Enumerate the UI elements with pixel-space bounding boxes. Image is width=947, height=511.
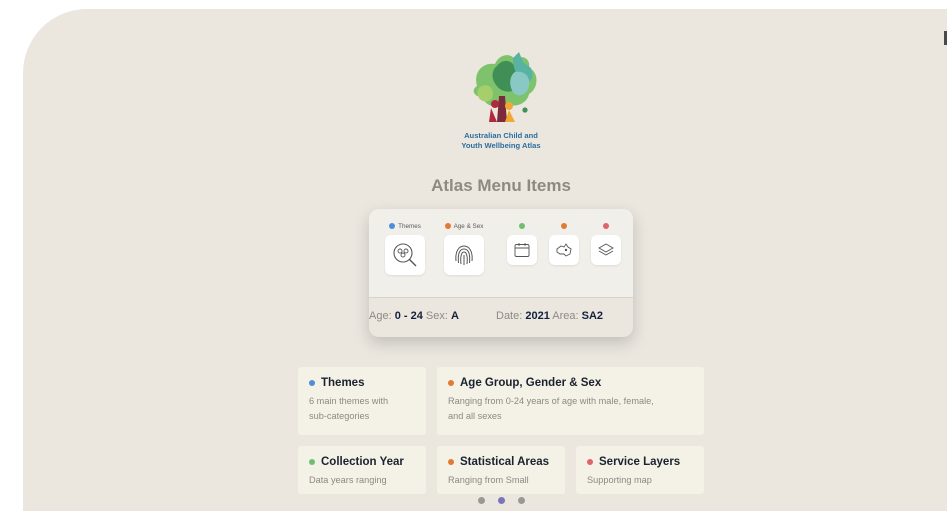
themes-dot — [389, 223, 396, 229]
menu-tool-themes[interactable]: Themes — [385, 221, 425, 275]
logo-line-2: Youth Wellbeing Atlas — [461, 141, 541, 150]
menu-divider — [369, 297, 633, 298]
layers-card-title-text: Service Layers — [599, 456, 681, 468]
info-card-layers-title: Service Layers — [587, 456, 693, 468]
search-people-icon — [393, 243, 417, 267]
year-button[interactable] — [507, 235, 537, 265]
fingerprint-icon — [455, 245, 473, 265]
menu-tool-themes-label: Themes — [389, 221, 421, 231]
info-card-age-title: Age Group, Gender & Sex — [448, 377, 693, 389]
page-title: Atlas Menu Items — [431, 176, 571, 195]
age-desc-line-2: and all sexes — [448, 411, 502, 421]
age-label: Age: — [369, 310, 392, 322]
area-value: SA2 — [581, 310, 604, 322]
info-card-themes-title: Themes — [309, 377, 415, 389]
areas-card-dot — [448, 459, 454, 465]
info-card-age-gender-sex: Age Group, Gender & Sex Ranging from 0-2… — [437, 367, 704, 435]
menu-status-age-sex: Age: 0 - 24 Sex: A — [369, 310, 459, 322]
pager-dot-3[interactable] — [518, 497, 525, 504]
themes-button[interactable] — [385, 235, 425, 275]
layers-dot — [603, 223, 609, 229]
australia-map-icon — [556, 243, 572, 257]
date-value: 2021 — [525, 310, 550, 322]
page-background: Australian Child and Youth Wellbeing Atl… — [23, 9, 947, 511]
age-card-dot — [448, 380, 454, 386]
info-card-themes-desc: 6 main themes with sub-categories — [309, 394, 415, 424]
areas-desc-line-1: Ranging from Small — [448, 475, 529, 485]
info-card-service-layers: Service Layers Supporting map — [576, 446, 704, 494]
themes-desc-line-1: 6 main themes with — [309, 396, 389, 406]
pager-dot-2[interactable] — [498, 497, 505, 504]
info-card-statistical-areas: Statistical Areas Ranging from Small — [437, 446, 565, 494]
date-label: Date: — [496, 310, 523, 322]
info-card-year-desc: Data years ranging — [309, 473, 415, 488]
logo-line-1: Australian Child and — [464, 131, 538, 140]
menu-tool-age-sex[interactable]: Age & Sex — [444, 221, 484, 275]
menu-tool-year[interactable] — [507, 221, 537, 265]
year-card-dot — [309, 459, 315, 465]
age-sex-button[interactable] — [444, 235, 484, 275]
info-card-areas-desc: Ranging from Small — [448, 473, 554, 488]
year-card-title-text: Collection Year — [321, 456, 404, 468]
menu-tool-themes-text: Themes — [398, 222, 421, 230]
info-card-layers-desc: Supporting map — [587, 473, 693, 488]
carousel-pager — [478, 497, 525, 504]
themes-card-title-text: Themes — [321, 377, 365, 389]
menu-tool-area-label — [561, 221, 567, 231]
info-card-collection-year: Collection Year Data years ranging — [298, 446, 426, 494]
menu-tool-age-sex-label: Age & Sex — [444, 221, 484, 231]
menu-tool-age-sex-text: Age & Sex — [453, 222, 484, 230]
area-label: Area: — [552, 310, 579, 322]
pager-dot-1[interactable] — [478, 497, 485, 504]
info-card-themes: Themes 6 main themes with sub-categories — [298, 367, 426, 435]
year-dot — [519, 223, 525, 229]
themes-card-dot — [309, 380, 315, 386]
menu-tool-layers-label — [603, 221, 609, 231]
areas-card-title-text: Statistical Areas — [460, 456, 550, 468]
info-card-year-title: Collection Year — [309, 456, 415, 468]
atlas-logo — [473, 52, 537, 122]
age-card-title-text: Age Group, Gender & Sex — [460, 377, 602, 389]
area-button[interactable] — [549, 235, 579, 265]
info-card-areas-title: Statistical Areas — [448, 456, 554, 468]
age-desc-line-1: Ranging from 0-24 years of age with male… — [448, 396, 654, 406]
year-desc-line-1: Data years ranging — [309, 475, 387, 485]
calendar-icon — [514, 243, 530, 257]
menu-tool-year-label — [519, 221, 525, 231]
layers-icon — [598, 243, 614, 256]
sex-label: Sex: — [425, 310, 448, 322]
atlas-menu-card: Themes Age & Sex Age: 0 - 24 Sex: A Date… — [369, 209, 633, 337]
area-dot — [561, 223, 567, 229]
sex-value: A — [450, 310, 459, 322]
menu-tool-area[interactable] — [549, 221, 579, 265]
info-card-age-desc: Ranging from 0-24 years of age with male… — [448, 394, 693, 424]
layers-button[interactable] — [591, 235, 621, 265]
themes-desc-line-2: sub-categories — [309, 411, 370, 421]
menu-tool-layers[interactable] — [591, 221, 621, 265]
age-sex-dot — [444, 223, 451, 229]
age-value: 0 - 24 — [394, 310, 423, 322]
atlas-logo-text: Australian Child and Youth Wellbeing Atl… — [420, 131, 582, 151]
layers-desc-line-1: Supporting map — [587, 475, 652, 485]
layers-card-dot — [587, 459, 593, 465]
menu-status-date-area: Date: 2021 Area: SA2 — [496, 310, 603, 322]
